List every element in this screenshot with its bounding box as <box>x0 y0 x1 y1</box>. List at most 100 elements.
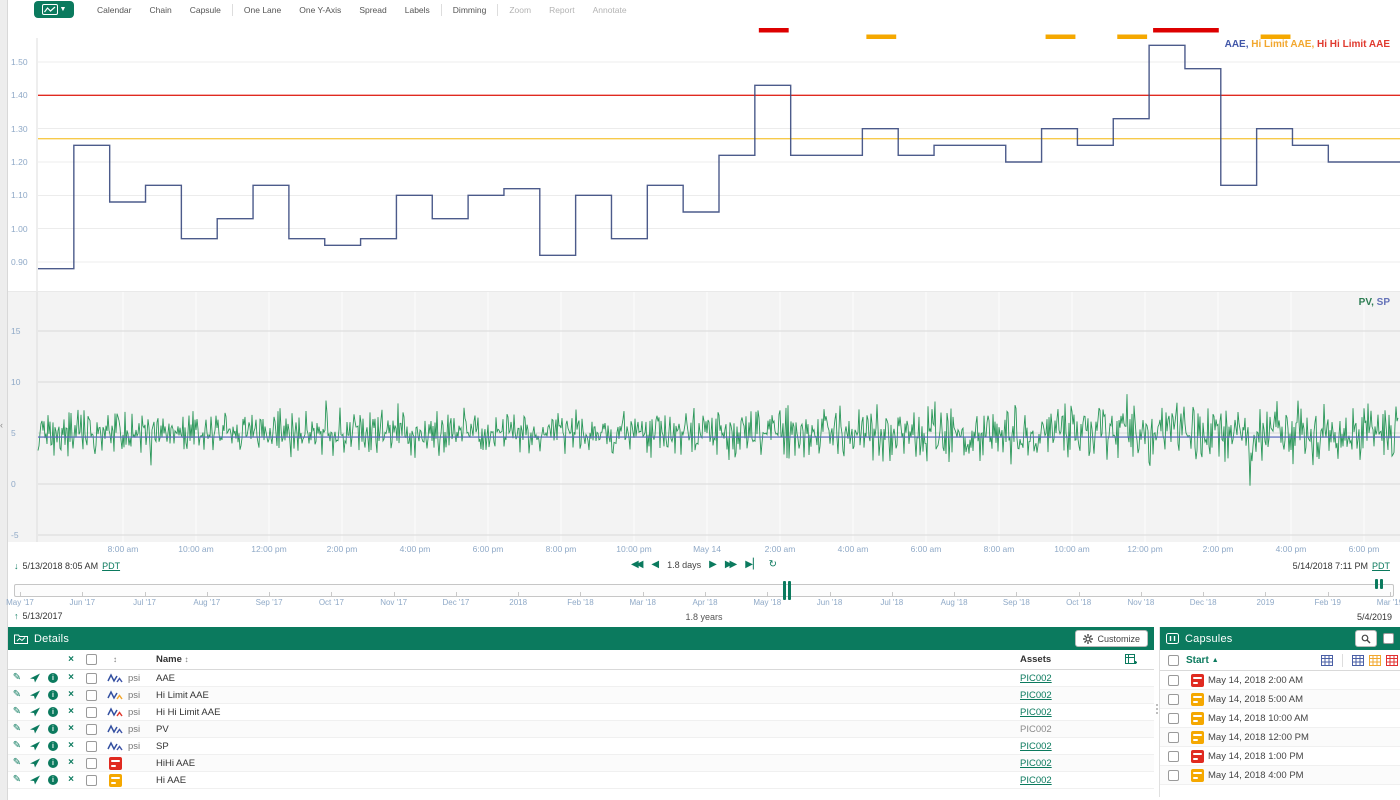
legend-item-sp[interactable]: SP <box>1377 297 1390 308</box>
toolbar-item-report[interactable]: Report <box>540 5 584 18</box>
remove-icon[interactable]: × <box>62 673 80 683</box>
row-checkbox[interactable] <box>86 673 97 684</box>
toolbar-item-one-y-axis[interactable]: One Y-Axis <box>290 5 350 18</box>
item-name[interactable]: AAE <box>156 673 1020 684</box>
legend-item-pv[interactable]: PV, <box>1359 297 1377 308</box>
capsule-row[interactable]: May 14, 2018 12:00 PM <box>1160 728 1400 747</box>
add-column-button[interactable] <box>1108 654 1154 665</box>
details-row-hihi-aae[interactable]: ✎i×HiHi AAEPIC002 <box>8 755 1154 772</box>
info-icon[interactable]: i <box>48 724 58 734</box>
edit-icon[interactable]: ✎ <box>8 690 26 700</box>
toolbar-item-calendar[interactable]: Calendar <box>88 5 141 18</box>
navigate-icon[interactable] <box>26 707 44 717</box>
remove-icon[interactable]: × <box>62 758 80 768</box>
capsule-row[interactable]: May 14, 2018 2:00 AM <box>1160 671 1400 690</box>
item-name[interactable]: Hi Hi Limit AAE <box>156 707 1020 718</box>
capsule-checkbox[interactable] <box>1168 770 1179 781</box>
details-row-hi-hi-limit-aae[interactable]: ✎i×psiHi Hi Limit AAEPIC002 <box>8 704 1154 721</box>
table-icon[interactable] <box>1386 655 1398 666</box>
asset-link[interactable]: PIC002 <box>1020 673 1052 684</box>
remove-icon[interactable]: × <box>62 707 80 717</box>
details-row-hi-aae[interactable]: ✎ i × Hi AAEPIC002 <box>8 772 1154 789</box>
navigate-icon[interactable] <box>26 741 44 751</box>
capsule-checkbox[interactable] <box>1168 713 1179 724</box>
assets-column-header[interactable]: Assets <box>1020 654 1108 665</box>
capsules-search-button[interactable] <box>1355 630 1377 647</box>
edit-icon[interactable]: ✎ <box>8 741 26 751</box>
edit-icon[interactable]: ✎ <box>8 707 26 717</box>
range-duration-label[interactable]: 1.8 days <box>667 560 701 570</box>
details-row-sp[interactable]: ✎i×psiSPPIC002 <box>8 738 1154 755</box>
item-name[interactable]: Hi Limit AAE <box>156 690 1020 701</box>
timeline-track[interactable] <box>14 584 1394 597</box>
info-icon[interactable]: i <box>48 707 58 717</box>
info-icon[interactable]: i <box>48 775 58 785</box>
toolbar-item-capsule[interactable]: Capsule <box>181 5 230 18</box>
remove-icon[interactable]: × <box>62 724 80 734</box>
navigate-icon[interactable] <box>26 775 44 785</box>
left-collapse-strip[interactable]: ‹ <box>0 0 8 800</box>
table-icon[interactable] <box>1369 655 1381 666</box>
investigate-timeline[interactable]: May '17Jun '17Jul '17Aug '17Sep '17Oct '… <box>8 579 1400 609</box>
info-icon[interactable]: i <box>48 690 58 700</box>
capsules-select-all-checkbox[interactable] <box>1383 633 1394 644</box>
asset-link[interactable]: PIC002 <box>1020 758 1052 769</box>
toolbar-item-labels[interactable]: Labels <box>396 5 439 18</box>
details-row-aae[interactable]: ✎i×psiAAEPIC002 <box>8 670 1154 687</box>
asset-link[interactable]: PIC002 <box>1020 775 1052 786</box>
remove-icon[interactable]: × <box>62 775 80 785</box>
arrow-up-icon[interactable]: ↑ <box>14 611 19 621</box>
customize-button[interactable]: Customize <box>1075 630 1148 647</box>
timeline-display-handle[interactable] <box>783 581 792 600</box>
toolbar-item-chain[interactable]: Chain <box>141 5 181 18</box>
step-forward-button[interactable]: ▶ <box>709 560 717 570</box>
asset-link[interactable]: PIC002 <box>1020 707 1052 718</box>
trend-chart-lower[interactable]: 151050-5 PV, SP <box>8 291 1400 542</box>
row-checkbox[interactable] <box>86 707 97 718</box>
capsule-row[interactable]: May 14, 2018 5:00 AM <box>1160 690 1400 709</box>
remove-icon[interactable]: × <box>62 690 80 700</box>
capsules-header-checkbox[interactable] <box>1168 655 1179 666</box>
info-icon[interactable]: i <box>48 741 58 751</box>
capsule-checkbox[interactable] <box>1168 675 1179 686</box>
row-checkbox[interactable] <box>86 741 97 752</box>
asset-link[interactable]: PIC002 <box>1020 690 1052 701</box>
item-name[interactable]: HiHi AAE <box>156 758 1020 769</box>
capsule-checkbox[interactable] <box>1168 751 1179 762</box>
edit-icon[interactable]: ✎ <box>8 673 26 683</box>
legend-item-aae[interactable]: AAE, <box>1225 39 1252 50</box>
table-icon[interactable] <box>1321 655 1333 666</box>
row-checkbox[interactable] <box>86 724 97 735</box>
step-back-button[interactable]: ◀ <box>651 560 659 570</box>
select-all-checkbox[interactable] <box>86 654 97 665</box>
capsule-row[interactable]: May 14, 2018 1:00 PM <box>1160 747 1400 766</box>
step-back-fast-button[interactable]: ◀◀ <box>631 560 643 570</box>
remove-all-button[interactable]: × <box>62 655 80 665</box>
edit-icon[interactable]: ✎ <box>8 775 26 785</box>
refresh-icon[interactable]: ↻ <box>769 560 777 570</box>
item-name[interactable]: PV <box>156 724 1020 735</box>
edit-icon[interactable]: ✎ <box>8 724 26 734</box>
details-row-pv[interactable]: ✎i×psiPVPIC002 <box>8 721 1154 738</box>
arrow-down-icon[interactable]: ↓ <box>14 561 19 571</box>
toolbar-item-annotate[interactable]: Annotate <box>584 5 636 18</box>
step-forward-fast-button[interactable]: ▶▶ <box>725 560 737 570</box>
edit-icon[interactable]: ✎ <box>8 758 26 768</box>
navigate-icon[interactable] <box>26 673 44 683</box>
row-checkbox[interactable] <box>86 690 97 701</box>
timezone-link-start[interactable]: PDT <box>102 561 120 571</box>
worksheet-view-button[interactable]: ▼ <box>34 1 74 18</box>
time-axis[interactable]: 8:00 am10:00 am12:00 pm2:00 pm4:00 pm6:0… <box>8 542 1400 558</box>
table-icon[interactable] <box>1352 655 1364 666</box>
sort-type-icon[interactable]: ↕ <box>102 655 128 664</box>
asset-link[interactable]: PIC002 <box>1020 741 1052 752</box>
timezone-link-end[interactable]: PDT <box>1372 561 1390 571</box>
capsule-row[interactable]: May 14, 2018 10:00 AM <box>1160 709 1400 728</box>
row-checkbox[interactable] <box>86 758 97 769</box>
item-name[interactable]: Hi AAE <box>156 775 1020 786</box>
row-checkbox[interactable] <box>86 775 97 786</box>
remove-icon[interactable]: × <box>62 741 80 751</box>
toolbar-item-spread[interactable]: Spread <box>350 5 395 18</box>
navigate-icon[interactable] <box>26 690 44 700</box>
legend-item-hi-hi-limit-aae[interactable]: Hi Hi Limit AAE <box>1317 39 1390 50</box>
